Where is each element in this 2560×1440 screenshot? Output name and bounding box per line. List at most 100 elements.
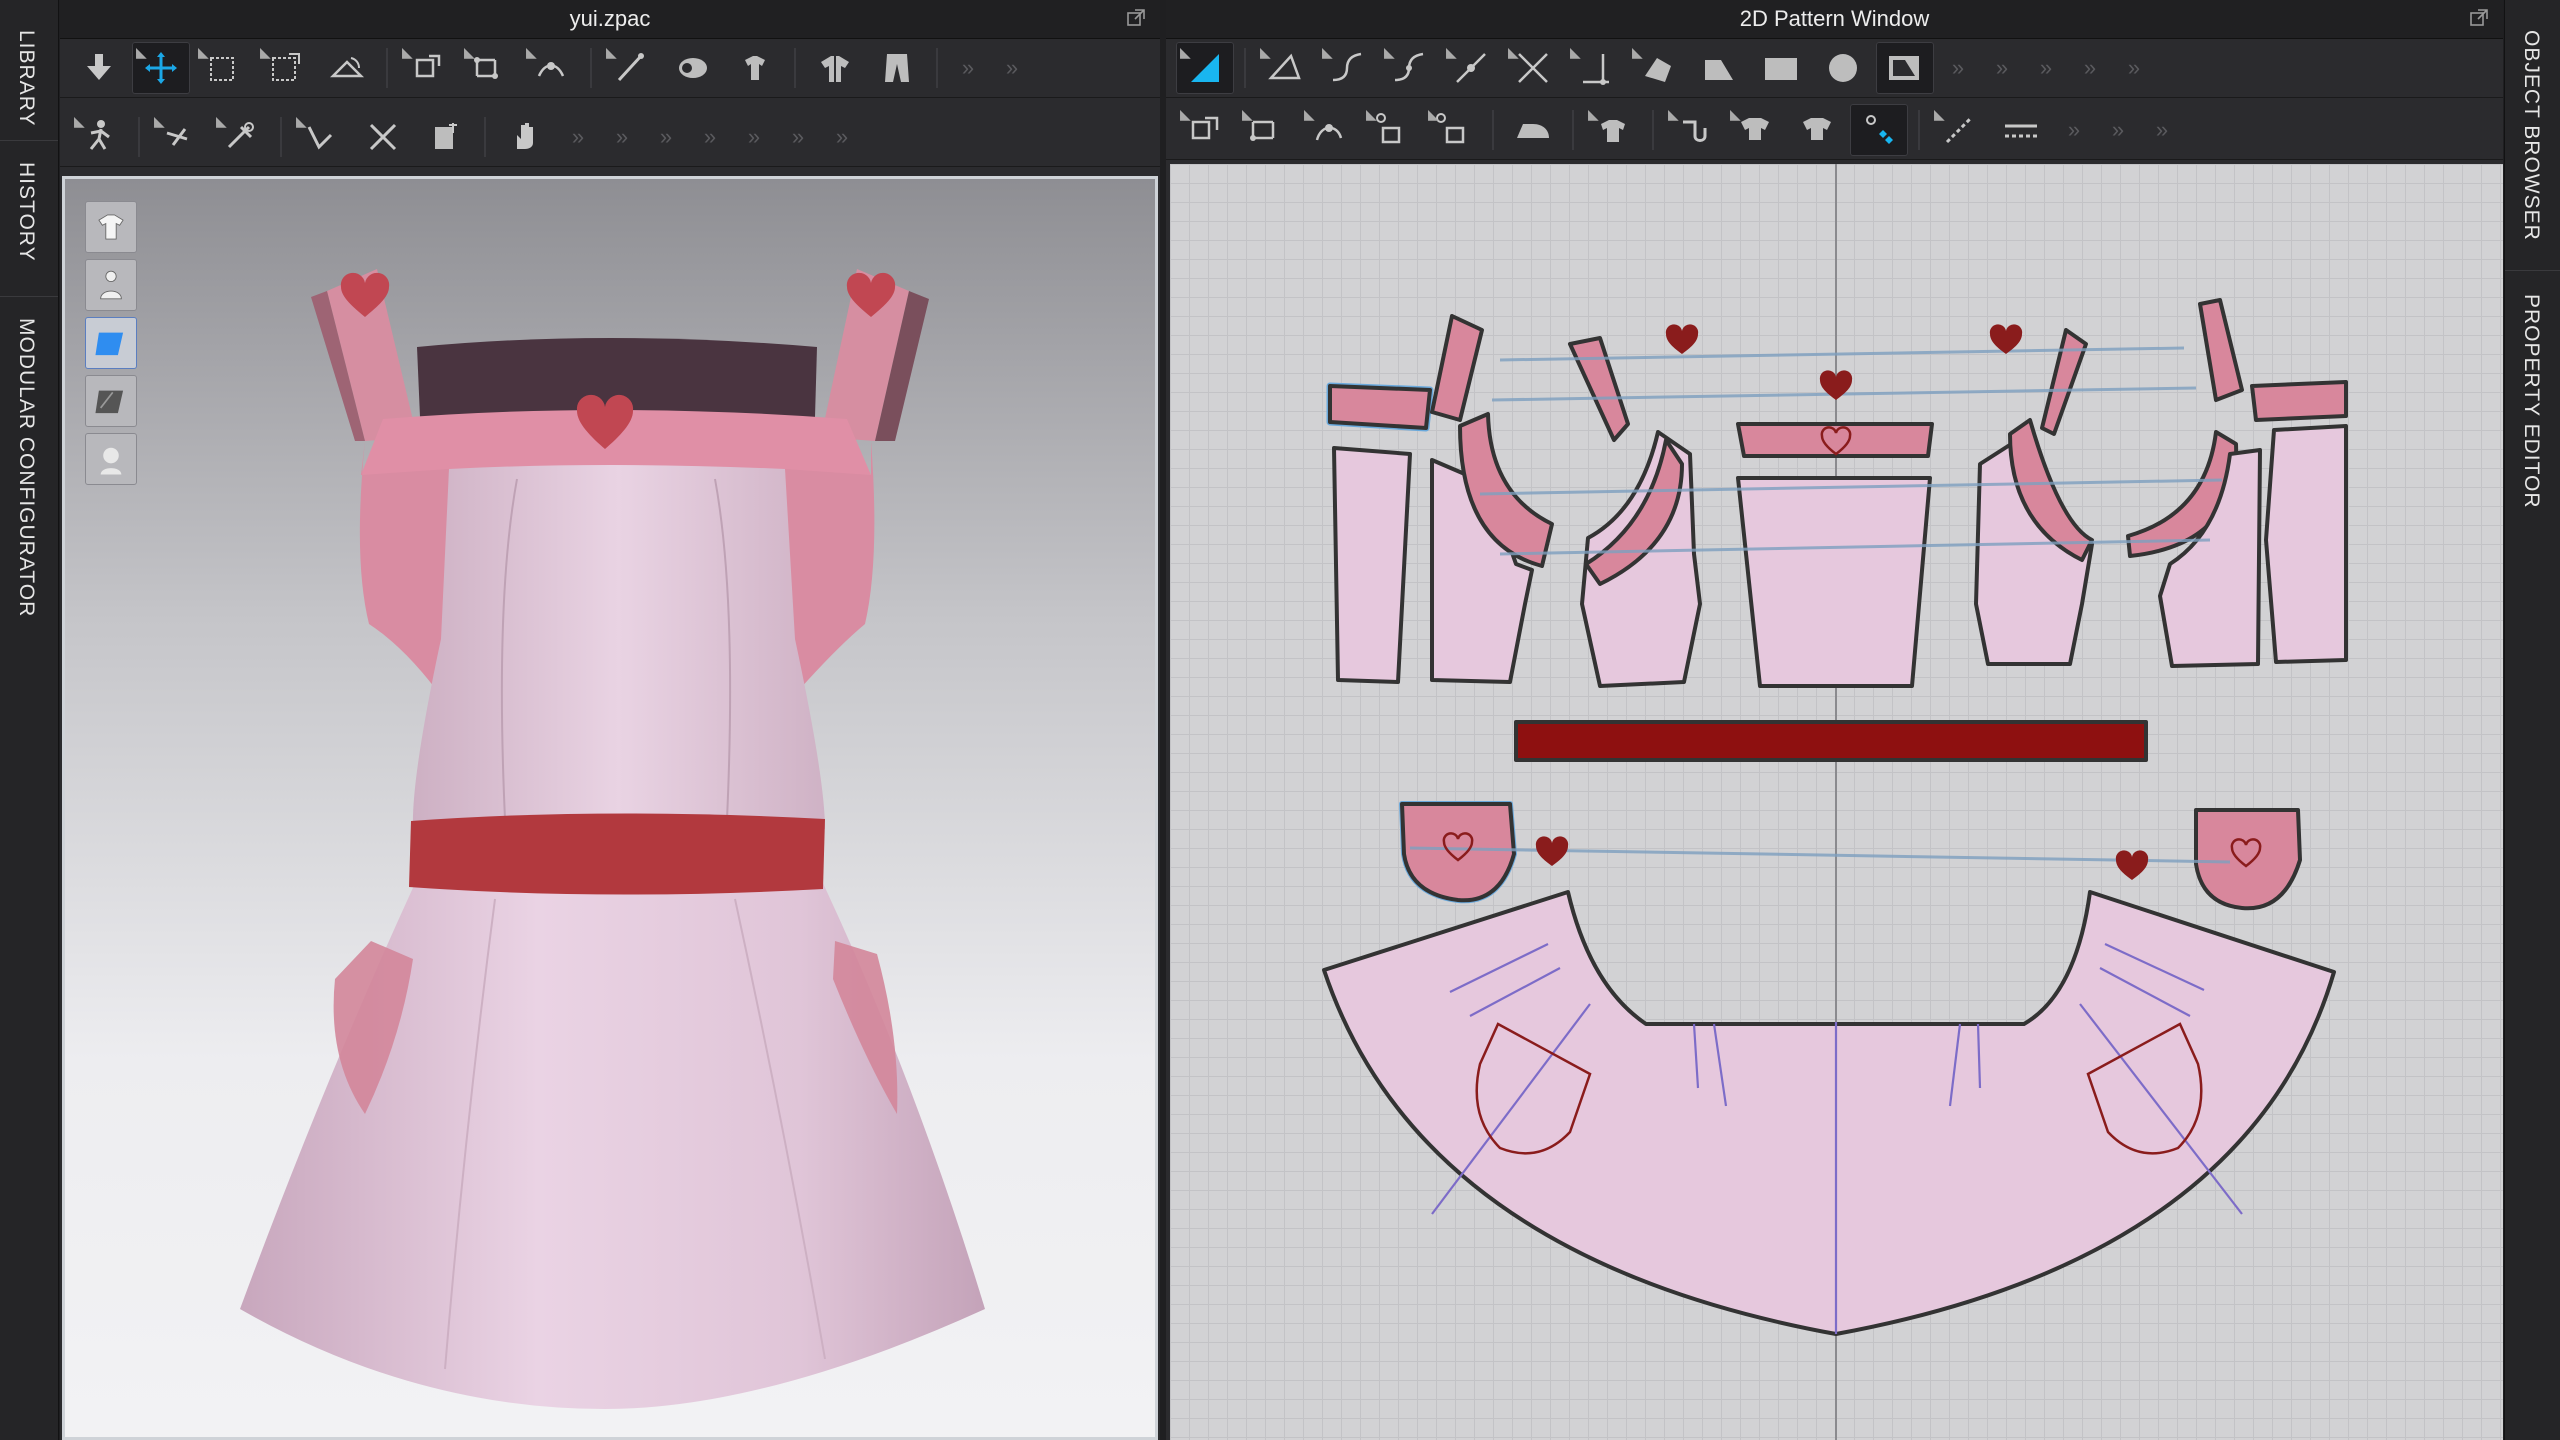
tack-multi-icon[interactable]: ◣	[460, 42, 518, 94]
object-browser-tab[interactable]: OBJECT BROWSER	[2519, 30, 2543, 241]
more-tools-icon[interactable]: »	[1938, 55, 1978, 81]
internal-polygon-icon[interactable]	[1876, 42, 1934, 94]
left-side-back[interactable]	[1332, 446, 1412, 684]
curve-point-icon[interactable]: ◣	[1380, 42, 1438, 94]
3d-viewport[interactable]	[62, 176, 1158, 1440]
left-front-facing[interactable]	[1568, 336, 1630, 442]
fold-icon[interactable]	[318, 42, 376, 94]
more-tools-icon[interactable]: »	[2114, 55, 2154, 81]
segment-sewing-icon[interactable]: ◣	[1176, 104, 1234, 156]
tack-icon[interactable]: ◣	[398, 42, 456, 94]
measure-icon[interactable]: ◣	[292, 111, 350, 163]
avatar-pose-icon[interactable]: ◣	[70, 111, 128, 163]
toolbar-separator	[1918, 110, 1920, 150]
more-tools-icon[interactable]: »	[2026, 55, 2066, 81]
popout-icon[interactable]	[1126, 8, 1146, 28]
cut-pattern-icon[interactable]: ◣	[1504, 42, 1562, 94]
m-n-sewing-icon[interactable]: ◣	[1300, 104, 1358, 156]
line-style-icon[interactable]	[1992, 104, 2050, 156]
trim-icon[interactable]	[1788, 104, 1846, 156]
toolbar-2d-row-1: ◣ ◣ ◣ ◣ ◣ ◣ ◣ ◣ » » » » »	[1166, 39, 2503, 98]
rectangle-icon[interactable]	[1752, 42, 1810, 94]
fold-arrange-icon[interactable]: ◣	[1726, 104, 1784, 156]
window-title: yui.zpac	[60, 0, 1160, 39]
edit-curve-icon[interactable]: ◣	[1318, 42, 1376, 94]
more-tools-icon[interactable]: »	[2098, 117, 2138, 143]
modular-configurator-tab[interactable]: MODULAR CONFIGURATOR	[14, 318, 38, 617]
edit-sewing-icon[interactable]: ◣	[1424, 104, 1482, 156]
sewing-needle-icon[interactable]: ◣	[212, 111, 270, 163]
left-side-rail: LIBRARY HISTORY MODULAR CONFIGURATOR	[0, 0, 59, 1440]
garment-fit-icon[interactable]	[416, 111, 474, 163]
more-tools-icon[interactable]: »	[602, 124, 642, 150]
toolbar-separator	[1244, 48, 1246, 88]
bodice-front	[412, 465, 825, 829]
toolbar-separator	[590, 48, 592, 88]
pattern-grain-icon[interactable]	[1850, 104, 1908, 156]
left-pocket-piece[interactable]	[1400, 802, 1516, 903]
pattern-canvas[interactable]	[1170, 164, 2503, 1440]
right-pocket-piece[interactable]	[2194, 808, 2302, 911]
more-tools-icon[interactable]: »	[558, 124, 598, 150]
fabric-roll-icon[interactable]	[664, 42, 722, 94]
add-point-icon[interactable]: ◣	[1442, 42, 1500, 94]
toolbar-separator	[138, 117, 140, 157]
dart-icon[interactable]: ◣	[1566, 42, 1624, 94]
more-tools-icon[interactable]: »	[778, 124, 818, 150]
edit-pin-icon[interactable]: ◣	[150, 111, 208, 163]
garment-3d-render[interactable]	[65, 179, 1155, 1439]
library-tab[interactable]: LIBRARY	[14, 30, 38, 127]
hand-icon[interactable]	[496, 111, 554, 163]
right-strap-piece[interactable]	[2250, 380, 2348, 422]
skirt-piece[interactable]	[1322, 890, 2336, 1336]
more-tools-icon[interactable]: »	[2054, 117, 2094, 143]
more-tools-icon[interactable]: »	[1982, 55, 2022, 81]
garment-fit-icon[interactable]: ◣	[1584, 104, 1642, 156]
more-tools-icon[interactable]: »	[2142, 117, 2182, 143]
left-shoulder-strap[interactable]	[1430, 314, 1484, 422]
pants-icon[interactable]	[868, 42, 926, 94]
3d-garment-window: yui.zpac ◣ ◣ ◣ ◣ ◣ ◣ ◣ » » ◣ ◣ ◣ ◣ » » »	[60, 0, 1160, 1440]
pattern-pieces[interactable]	[1170, 164, 2503, 1440]
more-tools-icon[interactable]: »	[948, 55, 988, 81]
garment-add-icon[interactable]	[726, 42, 784, 94]
more-tools-icon[interactable]: »	[646, 124, 686, 150]
slash-spread-icon[interactable]: ◣	[1628, 42, 1686, 94]
center-front-bodice[interactable]	[1736, 476, 1932, 688]
cut-icon[interactable]	[354, 111, 412, 163]
seam-tape-icon[interactable]: ◣	[1930, 104, 1988, 156]
right-side-back[interactable]	[2264, 424, 2348, 664]
pin-icon[interactable]: ◣	[1664, 104, 1722, 156]
left-strap-piece[interactable]	[1328, 384, 1432, 430]
import-icon[interactable]	[70, 42, 128, 94]
free-sewing-icon[interactable]: ◣	[1238, 104, 1296, 156]
right-shoulder-strap[interactable]	[2198, 298, 2244, 402]
check-sewing-icon[interactable]: ◣	[1362, 104, 1420, 156]
waist-belt-piece[interactable]	[1514, 720, 2148, 762]
more-tools-icon[interactable]: »	[690, 124, 730, 150]
toolbar-separator	[1492, 110, 1494, 150]
right-front-facing[interactable]	[2040, 328, 2088, 436]
history-tab[interactable]: HISTORY	[14, 162, 38, 262]
polygon-icon[interactable]	[1690, 42, 1748, 94]
more-tools-icon[interactable]: »	[2070, 55, 2110, 81]
select-box-icon[interactable]: ◣	[194, 42, 252, 94]
more-tools-icon[interactable]: »	[734, 124, 774, 150]
transform-icon[interactable]: ◣	[256, 42, 314, 94]
more-tools-icon[interactable]: »	[822, 124, 862, 150]
property-editor-tab[interactable]: PROPERTY EDITOR	[2519, 294, 2543, 509]
popout-icon[interactable]	[2469, 8, 2489, 28]
circle-icon[interactable]	[1814, 42, 1872, 94]
edit-pattern-icon[interactable]: ◣	[1176, 42, 1234, 94]
right-side-rail: OBJECT BROWSER PROPERTY EDITOR	[2504, 0, 2560, 1440]
waist-belt	[409, 813, 825, 895]
toolbar-separator	[794, 48, 796, 88]
shirt-icon[interactable]	[806, 42, 864, 94]
tack-layer-icon[interactable]: ◣	[522, 42, 580, 94]
toolbar-2d-row-2: ◣ ◣ ◣ ◣ ◣ ◣ ◣ ◣ ◣ » » »	[1166, 101, 2503, 160]
iron-icon[interactable]	[1504, 104, 1562, 156]
more-tools-icon[interactable]: »	[992, 55, 1032, 81]
transform-pattern-icon[interactable]: ◣	[1256, 42, 1314, 94]
transform-pattern-icon[interactable]: ◣	[132, 42, 190, 94]
pen-icon[interactable]: ◣	[602, 42, 660, 94]
